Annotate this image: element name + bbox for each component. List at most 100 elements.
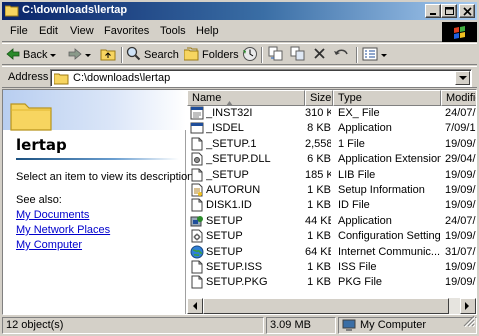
file-modified: 19/09/ xyxy=(445,199,476,212)
file-size: 1 KB xyxy=(307,230,331,243)
file-name: SETUP xyxy=(206,214,243,227)
horizontal-scrollbar[interactable] xyxy=(187,298,476,314)
chevron-down-icon xyxy=(85,49,91,61)
address-dropdown-button[interactable] xyxy=(455,71,470,85)
file-row[interactable]: SETUP 44 KB Application 24/07/ xyxy=(187,214,476,229)
column-header-name[interactable]: Name xyxy=(187,90,305,106)
file-row[interactable]: _SETUP 185 KB LIB File 19/09/ xyxy=(187,168,476,183)
config-icon xyxy=(190,229,204,243)
file-type: Application Extension xyxy=(338,153,441,166)
file-modified: 19/09/ xyxy=(445,137,476,150)
file-row[interactable]: AUTORUN 1 KB Setup Information 19/09/ xyxy=(187,183,476,198)
column-header-type[interactable]: Type xyxy=(333,90,441,106)
file-row[interactable]: SETUP 64 KB Internet Communic... 31/07/ xyxy=(187,245,476,260)
file-name: _SETUP.DLL xyxy=(206,153,271,166)
large-folder-icon xyxy=(9,96,53,135)
history-button[interactable] xyxy=(242,46,258,64)
file-size: 1 KB xyxy=(307,184,331,196)
file-modified: 19/09/ xyxy=(445,184,476,196)
menu-help[interactable]: Help xyxy=(196,25,219,37)
menu-favorites[interactable]: Favorites xyxy=(104,25,149,37)
file-name: AUTORUN xyxy=(206,184,261,196)
file-name: _SETUP.1 xyxy=(206,137,257,150)
forward-arrow-icon xyxy=(68,47,82,64)
back-label: Back xyxy=(23,49,48,61)
file-icon xyxy=(190,198,204,212)
search-button[interactable]: Search xyxy=(126,46,179,64)
menu-edit[interactable]: Edit xyxy=(39,25,58,37)
file-type: PKG File xyxy=(338,276,383,289)
address-label: Address xyxy=(8,71,49,83)
ex-file-icon xyxy=(190,106,204,120)
file-row[interactable]: _SETUP.1 2,558 KB 1 File 19/09/ xyxy=(187,137,476,152)
file-list: Name Size Type Modifie _INST32I 310 KB EX_… xyxy=(187,90,476,314)
file-name: SETUP.PKG xyxy=(206,276,268,289)
back-button[interactable]: Back xyxy=(6,46,57,64)
menu-view[interactable]: View xyxy=(70,25,94,37)
file-name: _SETUP xyxy=(206,168,249,181)
column-header-size[interactable]: Size xyxy=(305,90,333,106)
file-row[interactable]: DISK1.ID 1 KB ID File 19/09/ xyxy=(187,198,476,213)
status-object-count: 12 object(s) xyxy=(2,317,264,334)
copy-to-icon xyxy=(290,46,306,64)
file-type: EX_ File xyxy=(338,107,380,119)
file-row[interactable]: SETUP.PKG 1 KB PKG File 19/09/ xyxy=(187,275,476,290)
chevron-down-icon xyxy=(50,49,57,61)
menu-bar: File Edit View Favorites Tools Help xyxy=(2,22,477,42)
copy-to-button[interactable] xyxy=(290,46,306,64)
minimize-button[interactable] xyxy=(425,4,441,18)
menu-file[interactable]: File xyxy=(10,25,28,37)
file-modified: 31/07/ xyxy=(445,245,476,258)
file-row[interactable]: SETUP 1 KB Configuration Settings 19/09/ xyxy=(187,229,476,244)
link-my-computer[interactable]: My Computer xyxy=(16,239,82,251)
folder-icon xyxy=(53,72,69,88)
address-input[interactable]: C:\downloads\lertap xyxy=(50,69,472,87)
file-size: 6 KB xyxy=(307,153,331,166)
scroll-right-button[interactable] xyxy=(460,298,476,314)
link-my-network-places[interactable]: My Network Places xyxy=(16,224,110,236)
chevron-down-icon xyxy=(381,49,387,61)
file-type: Application xyxy=(338,214,392,227)
application-icon xyxy=(190,121,204,135)
file-modified: 7/09/1 xyxy=(445,122,476,135)
delete-button[interactable] xyxy=(313,46,326,64)
toolbar-separator xyxy=(356,47,358,63)
window-title: C:\downloads\lertap xyxy=(22,4,128,16)
file-row[interactable]: _INST32I 310 KB EX_ File 24/07/ xyxy=(187,106,476,121)
maximize-button[interactable] xyxy=(441,4,457,18)
file-modified: 19/09/ xyxy=(445,261,476,273)
close-button[interactable] xyxy=(459,4,475,18)
file-type: Setup Information xyxy=(338,184,425,196)
undo-icon xyxy=(333,47,349,63)
folders-button[interactable]: Folders xyxy=(183,46,239,64)
file-name: _INST32I xyxy=(206,107,253,119)
file-type: Internet Communic... xyxy=(338,245,441,258)
undo-button[interactable] xyxy=(333,46,349,64)
scroll-left-button[interactable] xyxy=(187,298,203,314)
title-bar[interactable]: C:\downloads\lertap xyxy=(2,2,477,20)
setup-info-icon xyxy=(190,183,204,197)
resize-grip-icon[interactable] xyxy=(463,315,476,332)
file-row[interactable]: _ISDEL 8 KB Application 7/09/1 xyxy=(187,121,476,136)
file-row[interactable]: _SETUP.DLL 6 KB Application Extension 29/04… xyxy=(187,152,476,167)
file-row[interactable]: SETUP.ISS 1 KB ISS File 19/09/ xyxy=(187,260,476,275)
description-hint: Select an item to view its description. xyxy=(16,171,197,183)
file-type: ISS File xyxy=(338,261,377,273)
file-modified: 24/07/ xyxy=(445,107,476,119)
forward-button[interactable] xyxy=(68,46,91,64)
column-header-modified[interactable]: Modifie xyxy=(441,90,476,106)
search-label: Search xyxy=(144,49,179,61)
move-to-button[interactable] xyxy=(268,46,284,64)
status-total-size: 3.09 MB xyxy=(266,317,336,334)
menu-tools[interactable]: Tools xyxy=(160,25,186,37)
up-folder-button[interactable] xyxy=(100,46,116,64)
scroll-thumb[interactable] xyxy=(203,298,449,314)
file-icon xyxy=(190,275,204,289)
link-my-documents[interactable]: My Documents xyxy=(16,209,89,221)
file-name: SETUP xyxy=(206,230,243,243)
setup-app-icon xyxy=(190,214,204,228)
file-size: 1 KB xyxy=(307,199,331,212)
views-button[interactable] xyxy=(362,46,387,64)
folders-icon xyxy=(183,47,199,64)
file-size: 1 KB xyxy=(307,261,331,273)
